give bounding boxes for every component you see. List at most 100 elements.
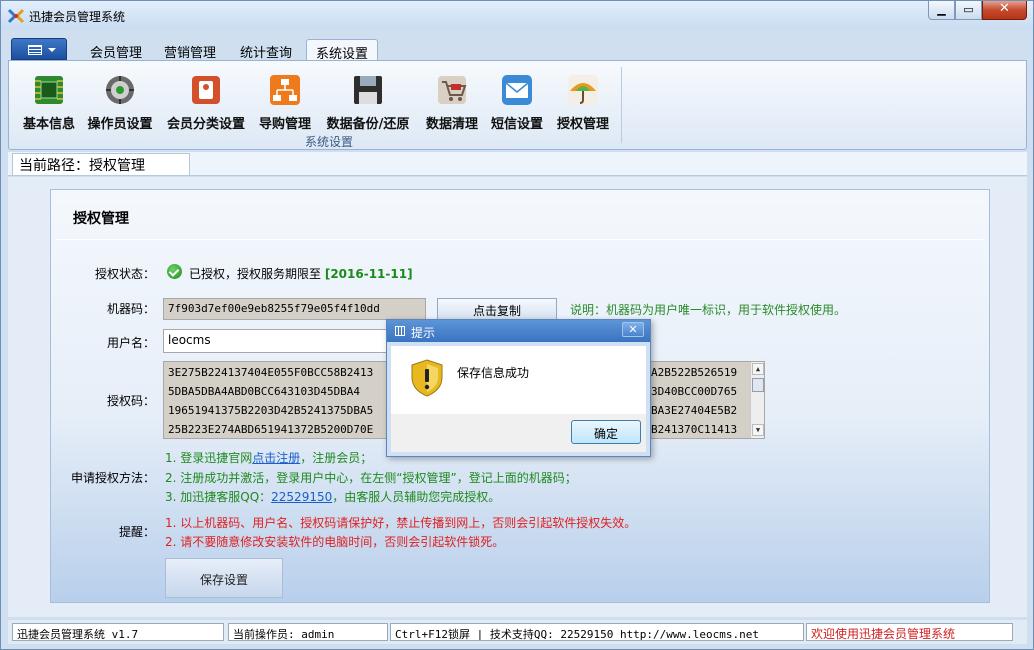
status-description: 已授权，授权服务期限至 bbox=[189, 267, 322, 281]
maximize-icon: ▭ bbox=[963, 3, 974, 16]
status-bar: 迅捷会员管理系统 v1.7 当前操作员: admin Ctrl+F12锁屏 | … bbox=[8, 620, 1027, 644]
current-operator: 当前操作员: admin bbox=[228, 623, 388, 641]
ribbon-label: 短信设置 bbox=[490, 117, 543, 132]
ribbon-group-divider bbox=[621, 67, 622, 143]
app-version: 迅捷会员管理系统 v1.7 bbox=[12, 623, 224, 641]
save-settings-button[interactable]: 保存设置 bbox=[165, 558, 283, 598]
scroll-up-icon[interactable]: ▲ bbox=[752, 363, 764, 375]
close-icon: ✕ bbox=[628, 323, 638, 336]
close-button[interactable]: ✕ bbox=[982, 1, 1027, 20]
window-title: 迅捷会员管理系统 bbox=[29, 10, 126, 24]
apply-step-text: ，由客服人员辅助您完成授权。 bbox=[332, 490, 501, 504]
status-label: 授权状态： bbox=[94, 267, 155, 281]
ribbon-data-backup-button[interactable]: 数据备份/还原 bbox=[324, 73, 412, 135]
auth-code-line: A2B522B526519 bbox=[651, 366, 738, 379]
envelope-icon bbox=[502, 75, 532, 105]
username-field[interactable]: leocms bbox=[163, 329, 393, 353]
ribbon-operator-settings-button[interactable]: 操作员设置 bbox=[85, 73, 155, 135]
page-title: 授权管理 bbox=[73, 211, 129, 227]
apply-step-text: ，注册会员； bbox=[300, 451, 373, 465]
auth-code-line: 3D40BCC00D765 bbox=[651, 385, 738, 398]
apply-step-text: 3. 加迅捷客服QQ： bbox=[165, 490, 272, 504]
circuit-board-icon bbox=[35, 76, 63, 104]
auth-code-label: 授权码： bbox=[106, 394, 155, 408]
tab-system-settings[interactable]: 系统设置 bbox=[306, 39, 378, 62]
ribbon-data-cleanup-button[interactable]: 数据清理 bbox=[422, 73, 482, 135]
umbrella-icon bbox=[568, 75, 598, 105]
copy-machine-code-button[interactable]: 点击复制 bbox=[437, 298, 557, 320]
chevron-down-icon bbox=[48, 48, 56, 52]
tab-member-management[interactable]: 会员管理 bbox=[84, 39, 148, 61]
check-circle-icon bbox=[167, 264, 182, 279]
floppy-disk-icon bbox=[354, 76, 382, 104]
ribbon-label: 基本信息 bbox=[22, 117, 75, 132]
qq-link[interactable]: 22529150 bbox=[271, 490, 332, 504]
minimize-button[interactable]: ▁ bbox=[928, 1, 955, 20]
tab-marketing-management[interactable]: 营销管理 bbox=[158, 39, 222, 61]
dialog-message: 保存信息成功 bbox=[457, 366, 530, 380]
apply-step-text: 2. 注册成功并激活，登录用户中心，在左侧“授权管理”，登记上面的机器码； bbox=[165, 471, 577, 485]
support-info: Ctrl+F12锁屏 | 技术支持QQ: 22529150 http://www… bbox=[390, 623, 804, 641]
vertical-scrollbar[interactable]: ▲ ▼ bbox=[750, 362, 764, 438]
scroll-down-icon[interactable]: ▼ bbox=[752, 424, 764, 436]
maximize-button[interactable]: ▭ bbox=[955, 1, 982, 20]
ribbon-panel: 基本信息 操作员设置 会员分类设置 导购管理 数据备份/还原 数据清理 短信设置… bbox=[8, 60, 1027, 150]
dialog-body: 保存信息成功 bbox=[391, 346, 646, 414]
app-logo-icon bbox=[8, 8, 24, 24]
apply-step: 3. 加迅捷客服QQ：22529150，由客服人员辅助您完成授权。 bbox=[165, 488, 500, 505]
register-link[interactable]: 点击注册 bbox=[252, 451, 300, 465]
application-menu-button[interactable] bbox=[11, 38, 67, 60]
app-window: 迅捷会员管理系统 ▁ ▭ ✕ 会员管理 营销管理 统计查询 系统设置 基本信息 bbox=[0, 0, 1034, 650]
dialog-close-button[interactable]: ✕ bbox=[622, 322, 644, 337]
ribbon-group-label: 系统设置 bbox=[304, 135, 353, 149]
ribbon-label: 数据清理 bbox=[425, 117, 478, 132]
apply-step: 1. 登录迅捷官网点击注册，注册会员； bbox=[165, 449, 372, 466]
org-chart-icon bbox=[270, 75, 300, 105]
cart-icon bbox=[438, 76, 467, 104]
scroll-thumb[interactable] bbox=[752, 378, 764, 392]
window-controls: ▁ ▭ ✕ bbox=[928, 1, 1027, 21]
ribbon-tab-bar: 会员管理 营销管理 统计查询 系统设置 bbox=[8, 35, 1027, 62]
warning-shield-icon bbox=[411, 359, 443, 397]
warning-text: 1. 以上机器码、用户名、授权码请保护好，禁止传播到网上，否则会引起软件授权失效… bbox=[165, 516, 637, 530]
warning-text: 2. 请不要随意修改安装软件的电脑时间，否则会引起软件锁死。 bbox=[165, 535, 505, 549]
remind-label: 提醒： bbox=[118, 525, 155, 539]
machine-code-field[interactable]: 7f903d7ef00e9eb8255f79e05f4f10dd bbox=[163, 298, 426, 320]
auth-code-line: B241370C11413 bbox=[651, 423, 738, 436]
auth-code-line: BA3E27404E5B2 bbox=[651, 404, 738, 417]
apply-method-label: 申请授权方法： bbox=[70, 471, 155, 485]
ribbon-sms-settings-button[interactable]: 短信设置 bbox=[487, 73, 547, 135]
ribbon-member-category-button[interactable]: 会员分类设置 bbox=[164, 73, 248, 135]
ribbon-label: 操作员设置 bbox=[87, 117, 153, 132]
menu-icon bbox=[28, 45, 42, 55]
title-bar: 迅捷会员管理系统 ▁ ▭ ✕ bbox=[1, 1, 1033, 29]
ribbon-license-management-button[interactable]: 授权管理 bbox=[553, 73, 613, 135]
dialog-title: 提示 bbox=[411, 326, 436, 340]
dialog-footer: 确定 bbox=[391, 414, 646, 452]
message-dialog: 提示 ✕ 保存信息成功 确定 bbox=[386, 319, 651, 457]
status-text: 已授权，授权服务期限至 [2016-11-11] bbox=[189, 265, 413, 282]
ok-button[interactable]: 确定 bbox=[571, 420, 641, 444]
status-expiry-date: [2016-11-11] bbox=[324, 267, 413, 281]
username-label: 用户名： bbox=[106, 336, 155, 350]
ribbon-label: 授权管理 bbox=[556, 117, 609, 132]
apply-step: 2. 注册成功并激活，登录用户中心，在左侧“授权管理”，登记上面的机器码； bbox=[165, 469, 577, 486]
machine-code-note: 说明：机器码为用户唯一标识，用于软件授权使用。 bbox=[570, 303, 847, 317]
ribbon-label: 数据备份/还原 bbox=[326, 117, 410, 132]
ribbon-sales-guide-button[interactable]: 导购管理 bbox=[255, 73, 315, 135]
title-divider bbox=[55, 239, 983, 240]
gear-dial-icon bbox=[106, 76, 134, 104]
welcome-message: 欢迎使用迅捷会员管理系统 bbox=[806, 623, 1013, 641]
apply-step-text: 1. 登录迅捷官网 bbox=[165, 451, 253, 465]
close-icon: ✕ bbox=[999, 1, 1010, 16]
ribbon-label: 导购管理 bbox=[258, 117, 311, 132]
ribbon-basic-info-button[interactable]: 基本信息 bbox=[17, 73, 81, 135]
dialog-title-bar: 提示 ✕ bbox=[387, 320, 650, 342]
tab-statistics-query[interactable]: 统计查询 bbox=[233, 39, 299, 61]
auth-code-right-column: A2B522B526519 3D40BCC00D765 BA3E27404E5B… bbox=[651, 363, 738, 438]
breadcrumb[interactable]: 当前路径：授权管理 bbox=[12, 153, 190, 175]
dialog-app-icon bbox=[395, 326, 405, 336]
ribbon-label: 会员分类设置 bbox=[166, 117, 245, 132]
machine-code-label: 机器码： bbox=[106, 302, 155, 316]
breadcrumb-bar: 当前路径：授权管理 bbox=[8, 152, 1027, 176]
